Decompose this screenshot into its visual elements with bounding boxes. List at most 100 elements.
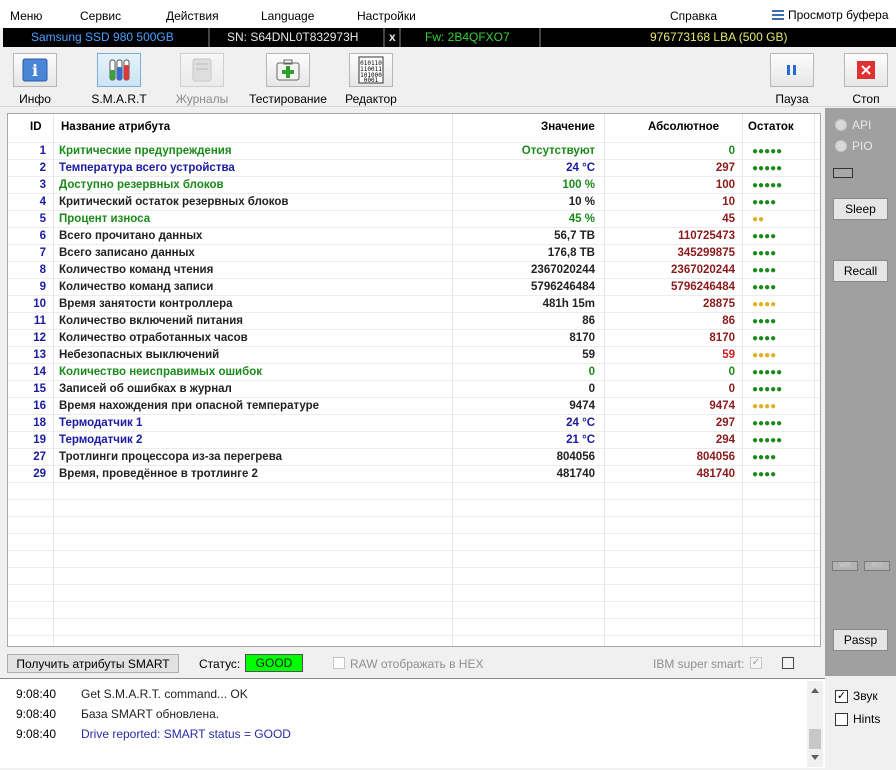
stop-button[interactable]: Стоп <box>843 53 889 106</box>
table-row[interactable]: 8 Количество команд чтения 2367020244 23670… <box>8 262 820 279</box>
attribute-value: 481h 15m <box>542 298 595 310</box>
attribute-value: 804056 <box>556 451 595 463</box>
close-icon[interactable]: x <box>389 30 396 44</box>
attribute-absolute: 45 <box>722 213 735 225</box>
attribute-value: 21 °C <box>566 434 595 446</box>
table-row[interactable]: 3 Доступно резервных блоков 100 % 100 ●●●●● <box>8 177 820 194</box>
attribute-id: 16 <box>33 400 46 412</box>
menu-item-actions[interactable]: Действия <box>166 9 219 23</box>
hints-option[interactable]: Hints <box>835 712 880 726</box>
menu-item-language[interactable]: Language <box>261 9 314 23</box>
bottom-controls: Получить атрибуты SMART Статус: GOOD RAW… <box>0 650 825 676</box>
row-gridline <box>8 448 820 449</box>
row-gridline <box>8 584 820 585</box>
pause-button[interactable]: Пауза <box>769 53 815 106</box>
attribute-id: 8 <box>39 264 46 276</box>
menu-item-menu[interactable]: Меню <box>10 9 42 23</box>
sleep-button[interactable]: Sleep <box>833 198 888 220</box>
menu-item-service[interactable]: Сервис <box>80 9 121 23</box>
remaining-indicator: ●●●●● <box>752 367 783 378</box>
table-row[interactable]: 29 Время, проведённое в тротлинге 2 481740… <box>8 466 820 483</box>
hints-checkbox[interactable] <box>835 712 848 726</box>
table-row[interactable]: 18 Термодатчик 1 24 °C 297 ●●●●● <box>8 415 820 432</box>
row-gridline <box>8 601 820 602</box>
table-row[interactable]: 9 Количество команд записи 5796246484 57962… <box>8 279 820 296</box>
attribute-name: Критические предупреждения <box>59 145 232 157</box>
indicator-box <box>833 168 853 178</box>
header-value[interactable]: Значение <box>541 121 595 133</box>
attribute-id: 3 <box>39 179 46 191</box>
divider <box>399 28 401 47</box>
attribute-name: Доступно резервных блоков <box>59 179 224 191</box>
table-row[interactable]: 11 Количество включений питания 86 86 ●●●● <box>8 313 820 330</box>
row-gridline <box>8 278 820 279</box>
recall-button[interactable]: Recall <box>833 260 888 282</box>
header-remaining[interactable]: Остаток <box>748 121 794 133</box>
table-row[interactable]: 16 Время нахождения при опасной температу… <box>8 398 820 415</box>
ibm-super-smart-checkbox[interactable]: ✓ <box>750 657 762 669</box>
attribute-id: 27 <box>33 451 46 463</box>
attribute-value: 481740 <box>556 468 595 480</box>
menu-item-help[interactable]: Справка <box>670 9 717 23</box>
menu-item-settings[interactable]: Настройки <box>357 9 416 23</box>
table-row[interactable]: 5 Процент износа 45 % 45 ●● <box>8 211 820 228</box>
header-attribute-name[interactable]: Название атрибута <box>61 121 170 133</box>
logs-button[interactable]: Журналы <box>172 53 232 106</box>
table-row[interactable]: 27 Тротлинги процессора из-за перегрева 80… <box>8 449 820 466</box>
get-smart-button[interactable]: Получить атрибуты SMART <box>7 654 179 673</box>
sound-checkbox[interactable]: ✓ <box>835 689 848 703</box>
row-gridline <box>8 142 820 143</box>
remaining-indicator: ●●●● <box>752 401 777 412</box>
table-row[interactable]: 10 Время занятости контроллера 481h 15m 288… <box>8 296 820 313</box>
table-row[interactable]: 1 Критические предупреждения Отсутствуют 0 ●… <box>8 143 820 160</box>
remaining-indicator: ●●●● <box>752 333 777 344</box>
test-tubes-icon <box>109 59 130 81</box>
editor-label: Редактор <box>345 92 397 106</box>
header-absolute[interactable]: Абсолютное <box>648 121 719 133</box>
table-row[interactable]: 2 Температура всего устройства 24 °C 297 ●●●… <box>8 160 820 177</box>
smart-label: S.M.A.R.T <box>91 92 147 106</box>
extra-checkbox[interactable] <box>782 657 794 669</box>
table-row[interactable]: 4 Критический остаток резервных блоков 10 … <box>8 194 820 211</box>
logs-label: Журналы <box>175 92 229 106</box>
attribute-absolute: 100 <box>715 179 735 191</box>
testing-button[interactable]: Тестирование <box>247 53 329 106</box>
pio-radio[interactable]: PIO <box>835 139 873 153</box>
table-row[interactable]: 15 Записей об ошибках в журнал 0 0 ●●●●● <box>8 381 820 398</box>
api-radio[interactable]: API <box>835 118 871 132</box>
row-gridline <box>8 516 820 517</box>
toolbar: i Инфо S.M.A.R.T Журналы Тестирование 01… <box>0 47 896 107</box>
editor-button[interactable]: 010110 110011 101000 0001 Редактор <box>342 53 400 106</box>
attribute-name: Критический остаток резервных блоков <box>59 196 289 208</box>
header-id[interactable]: ID <box>30 121 42 133</box>
smart-button[interactable]: S.M.A.R.T <box>89 53 149 106</box>
info-button[interactable]: i Инфо <box>11 53 59 106</box>
table-row[interactable]: 19 Термодатчик 2 21 °C 294 ●●●●● <box>8 432 820 449</box>
row-gridline <box>8 380 820 381</box>
table-row[interactable]: 12 Количество отработанных часов 8170 8170 ●… <box>8 330 820 347</box>
attribute-absolute: 804056 <box>696 451 735 463</box>
row-gridline <box>8 244 820 245</box>
device-model[interactable]: Samsung SSD 980 500GB <box>31 30 174 44</box>
table-row[interactable]: 6 Всего прочитано данных 56,7 TB 110725473 ●… <box>8 228 820 245</box>
passp-button[interactable]: Passp <box>833 629 888 651</box>
attribute-name: Процент износа <box>59 213 151 225</box>
attribute-id: 6 <box>39 230 46 242</box>
row-gridline <box>8 397 820 398</box>
clipboard-view-button[interactable]: Просмотр буфера <box>772 8 889 22</box>
raw-hex-checkbox[interactable] <box>333 657 345 669</box>
sound-option[interactable]: ✓ Звук <box>835 689 878 703</box>
table-row[interactable]: 14 Количество неисправимых ошибок 0 0 ●●●●● <box>8 364 820 381</box>
attribute-value: 59 <box>582 349 595 361</box>
row-gridline <box>8 261 820 262</box>
row-gridline <box>8 159 820 160</box>
table-row[interactable]: 7 Всего записано данных 176,8 TB 345299875 ●… <box>8 245 820 262</box>
attribute-id: 19 <box>33 434 46 446</box>
log-scrollbar[interactable] <box>807 681 823 767</box>
row-gridline <box>8 482 820 483</box>
rd-indicator: RD <box>864 561 890 571</box>
table-row[interactable]: 13 Небезопасных выключений 59 59 ●●●● <box>8 347 820 364</box>
attribute-id: 2 <box>39 162 46 174</box>
attribute-absolute: 294 <box>715 434 735 446</box>
attribute-name: Количество команд чтения <box>59 264 214 276</box>
